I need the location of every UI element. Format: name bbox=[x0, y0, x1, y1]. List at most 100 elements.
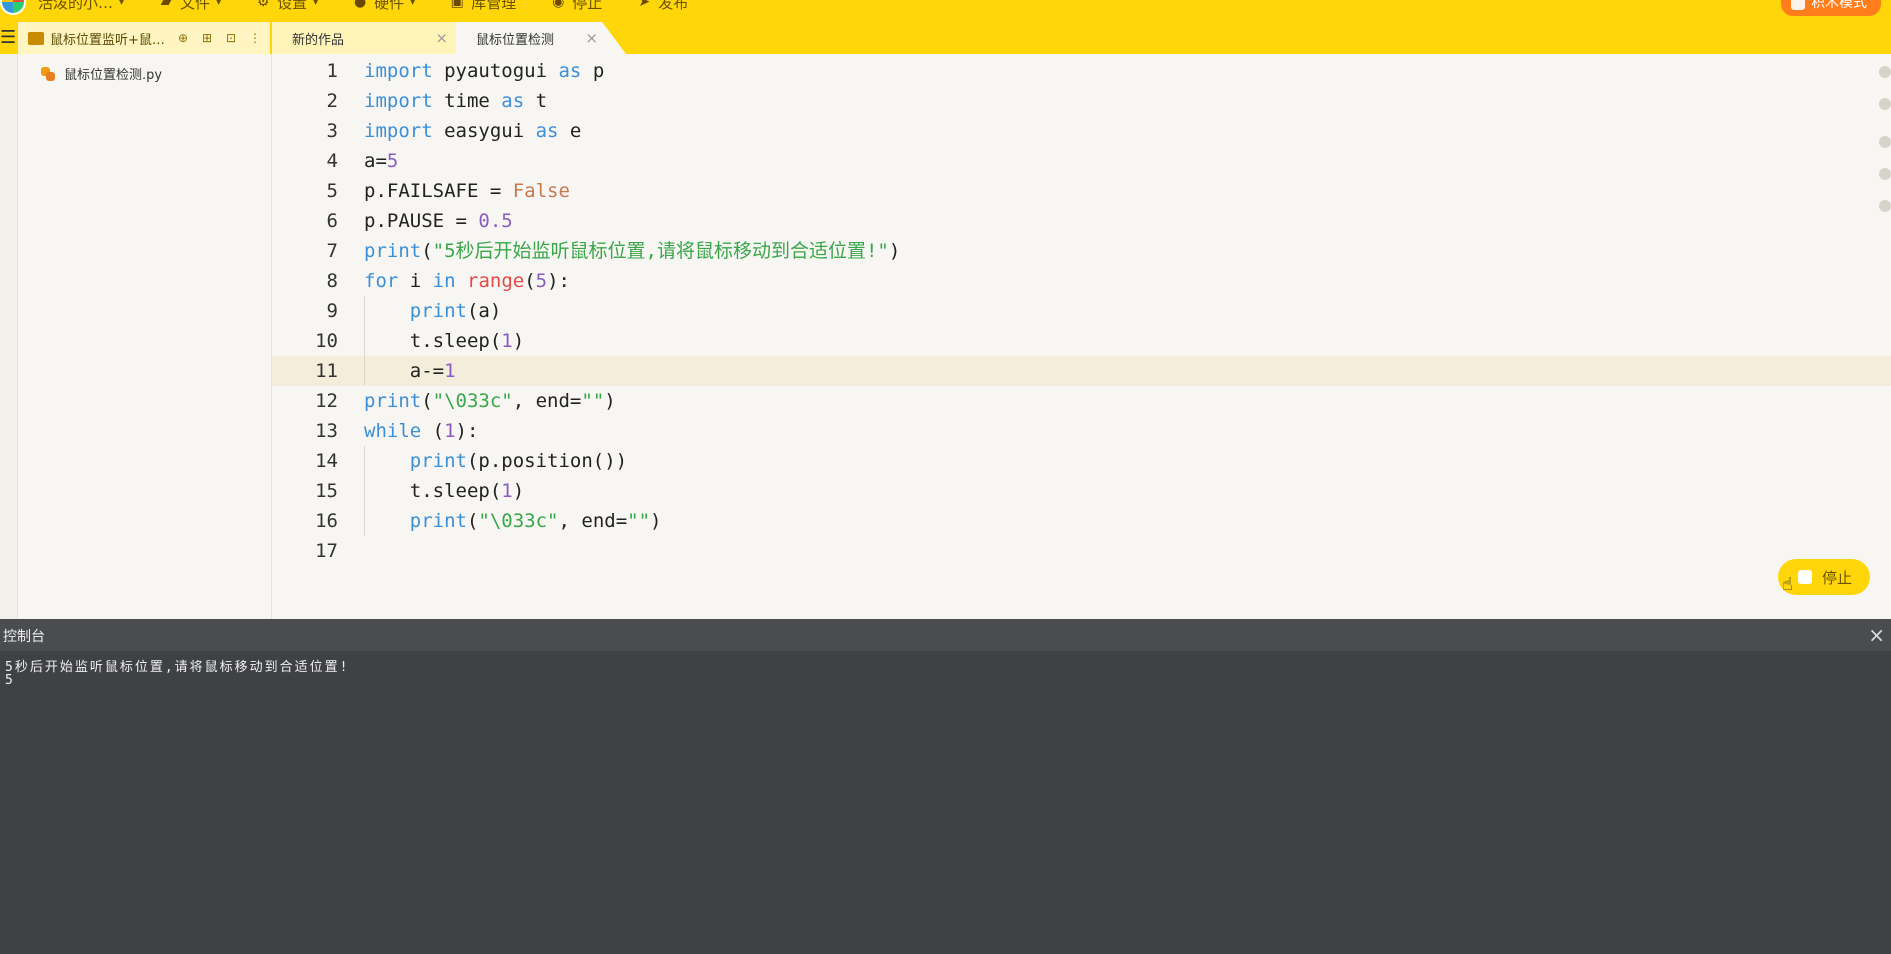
new-folder-icon[interactable]: ⊞ bbox=[198, 29, 216, 47]
menu-file[interactable]: ▰ 文件 ▾ bbox=[158, 0, 221, 13]
close-icon[interactable]: × bbox=[585, 29, 598, 47]
line-number: 11 bbox=[315, 360, 338, 382]
more-options-icon[interactable]: ⋮ bbox=[246, 29, 264, 47]
chevron-down-icon: ▾ bbox=[410, 0, 416, 8]
code-line[interactable]: 11 a-=1 bbox=[272, 356, 1891, 386]
line-number: 6 bbox=[326, 210, 338, 232]
indent-guide bbox=[364, 446, 365, 536]
menu-stop-label: 停止 bbox=[572, 0, 603, 12]
new-file-icon[interactable]: ⊕ bbox=[174, 29, 192, 47]
block-mode-button[interactable]: 积木模式 bbox=[1781, 0, 1881, 16]
line-number: 13 bbox=[315, 420, 338, 442]
user-name: 活泼的小… bbox=[38, 0, 114, 12]
chevron-down-icon: ▾ bbox=[216, 0, 222, 8]
code-line[interactable]: 9 print(a) bbox=[272, 296, 1891, 326]
line-number: 9 bbox=[326, 300, 338, 322]
code-text[interactable]: a-=1 bbox=[364, 356, 456, 386]
stop-icon: ◉ bbox=[552, 0, 565, 10]
code-text[interactable]: import time as t bbox=[364, 86, 547, 116]
close-icon[interactable]: × bbox=[435, 29, 448, 47]
tab-new-work[interactable]: 新的作品 × bbox=[272, 22, 456, 54]
indent-guide bbox=[364, 296, 365, 386]
block-mode-label: 积木模式 bbox=[1811, 0, 1867, 11]
code-text[interactable]: import easygui as e bbox=[364, 116, 581, 146]
code-line[interactable]: 7 print("5秒后开始监听鼠标位置,请将鼠标移动到合适位置!") bbox=[272, 236, 1891, 266]
code-line[interactable]: 12 print("\033c", end="") bbox=[272, 386, 1891, 416]
line-number: 15 bbox=[315, 480, 338, 502]
line-number: 3 bbox=[326, 120, 338, 142]
code-line[interactable]: 6 p.PAUSE = 0.5 bbox=[272, 206, 1891, 236]
code-text[interactable]: a=5 bbox=[364, 146, 398, 176]
code-line[interactable]: 2 import time as t bbox=[272, 86, 1891, 116]
menu-publish-label: 发布 bbox=[658, 0, 689, 12]
file-item[interactable]: 鼠标位置检测.py bbox=[40, 64, 162, 83]
code-text[interactable]: p.PAUSE = 0.5 bbox=[364, 206, 513, 236]
stop-run-label: 停止 bbox=[1822, 568, 1853, 587]
menu-hardware-label: 硬件 bbox=[374, 0, 405, 12]
code-line[interactable]: 3 import easygui as e bbox=[272, 116, 1891, 146]
hamburger-icon[interactable]: ☰ bbox=[0, 27, 16, 49]
sidebar-rail bbox=[0, 54, 18, 619]
line-number: 14 bbox=[315, 450, 338, 472]
line-number: 10 bbox=[315, 330, 338, 352]
code-line[interactable]: 13 while (1): bbox=[272, 416, 1891, 446]
chevron-down-icon: ▾ bbox=[119, 0, 125, 8]
tabs-row: ☰ 鼠标位置监听+鼠… ⊕ ⊞ ⊡ ⋮ 新的作品 × 鼠标位置检测 × bbox=[0, 22, 1891, 54]
file-name: 鼠标位置检测.py bbox=[64, 68, 163, 83]
code-text[interactable]: print("\033c", end="") bbox=[364, 506, 662, 536]
project-tab[interactable]: 鼠标位置监听+鼠… ⊕ ⊞ ⊡ ⋮ bbox=[18, 22, 270, 54]
user-menu[interactable]: 活泼的小… ▾ bbox=[0, 0, 124, 15]
avatar[interactable] bbox=[0, 0, 26, 15]
code-text[interactable]: print("\033c", end="") bbox=[364, 386, 616, 416]
tab-new-work-label: 新的作品 bbox=[292, 32, 345, 48]
code-text[interactable]: while (1): bbox=[364, 416, 478, 446]
line-number: 7 bbox=[326, 240, 338, 262]
code-line[interactable]: 5 p.FAILSAFE = False bbox=[272, 176, 1891, 206]
project-name: 鼠标位置监听+鼠… bbox=[50, 32, 165, 48]
code-editor[interactable]: 1 import pyautogui as p 2 import time as t3… bbox=[272, 54, 1891, 619]
import-file-icon[interactable]: ⊡ bbox=[222, 29, 240, 47]
publish-icon: ➤ bbox=[638, 0, 651, 10]
menu-library[interactable]: ▣ 库管理 bbox=[449, 0, 517, 13]
code-text[interactable]: print("5秒后开始监听鼠标位置,请将鼠标移动到合适位置!") bbox=[364, 236, 900, 266]
block-mode-icon bbox=[1791, 0, 1805, 10]
stop-icon bbox=[1798, 570, 1812, 584]
hardware-icon: ● bbox=[354, 0, 367, 10]
code-text[interactable]: t.sleep(1) bbox=[364, 326, 524, 356]
menu-publish[interactable]: ➤ 发布 bbox=[636, 0, 688, 13]
console-line: 5 bbox=[5, 673, 15, 688]
code-line[interactable]: 1 import pyautogui as p bbox=[272, 56, 1891, 86]
code-line[interactable]: 10 t.sleep(1) bbox=[272, 326, 1891, 356]
code-text[interactable]: p.FAILSAFE = False bbox=[364, 176, 570, 206]
console-output[interactable]: 5秒后开始监听鼠标位置,请将鼠标移动到合适位置! 5 bbox=[0, 651, 1891, 954]
code-line[interactable]: 16 print("\033c", end="") bbox=[272, 506, 1891, 536]
code-text[interactable]: print(a) bbox=[364, 296, 502, 326]
chevron-down-icon: ▾ bbox=[313, 0, 319, 8]
code-text[interactable]: print(p.position()) bbox=[364, 446, 627, 476]
line-number: 17 bbox=[315, 540, 338, 562]
menu-row: 活泼的小… ▾ ▰ 文件 ▾ ⚙ 设置 ▾ ● 硬件 ▾ ▣ 库管理 ◉ 停止 … bbox=[0, 0, 722, 15]
console-title: 控制台 bbox=[3, 629, 45, 645]
code-text[interactable]: t.sleep(1) bbox=[364, 476, 524, 506]
code-line[interactable]: 8 for i in range(5): bbox=[272, 266, 1891, 296]
hand-cursor-icon: ☝ bbox=[1782, 574, 1793, 595]
menu-hardware[interactable]: ● 硬件 ▾ bbox=[352, 0, 415, 13]
line-number: 8 bbox=[326, 270, 338, 292]
line-number: 1 bbox=[326, 60, 338, 82]
close-icon[interactable]: × bbox=[1868, 623, 1885, 647]
code-line[interactable]: 15 t.sleep(1) bbox=[272, 476, 1891, 506]
code-text[interactable]: for i in range(5): bbox=[364, 266, 570, 296]
menu-settings[interactable]: ⚙ 设置 ▾ bbox=[255, 0, 318, 13]
console-header: 控制台 × bbox=[0, 619, 1891, 651]
line-number: 12 bbox=[315, 390, 338, 412]
line-number: 2 bbox=[326, 90, 338, 112]
code-line[interactable]: 17 bbox=[272, 536, 1891, 566]
folder-icon: ▰ bbox=[160, 0, 172, 10]
tab-mouse-position[interactable]: 鼠标位置检测 × bbox=[456, 22, 626, 54]
menu-stop[interactable]: ◉ 停止 bbox=[550, 0, 602, 13]
code-line[interactable]: 14 print(p.position()) bbox=[272, 446, 1891, 476]
code-text[interactable]: import pyautogui as p bbox=[364, 56, 604, 86]
menu-file-label: 文件 bbox=[180, 0, 211, 12]
project-folder-icon bbox=[28, 31, 44, 45]
code-line[interactable]: 4 a=5 bbox=[272, 146, 1891, 176]
